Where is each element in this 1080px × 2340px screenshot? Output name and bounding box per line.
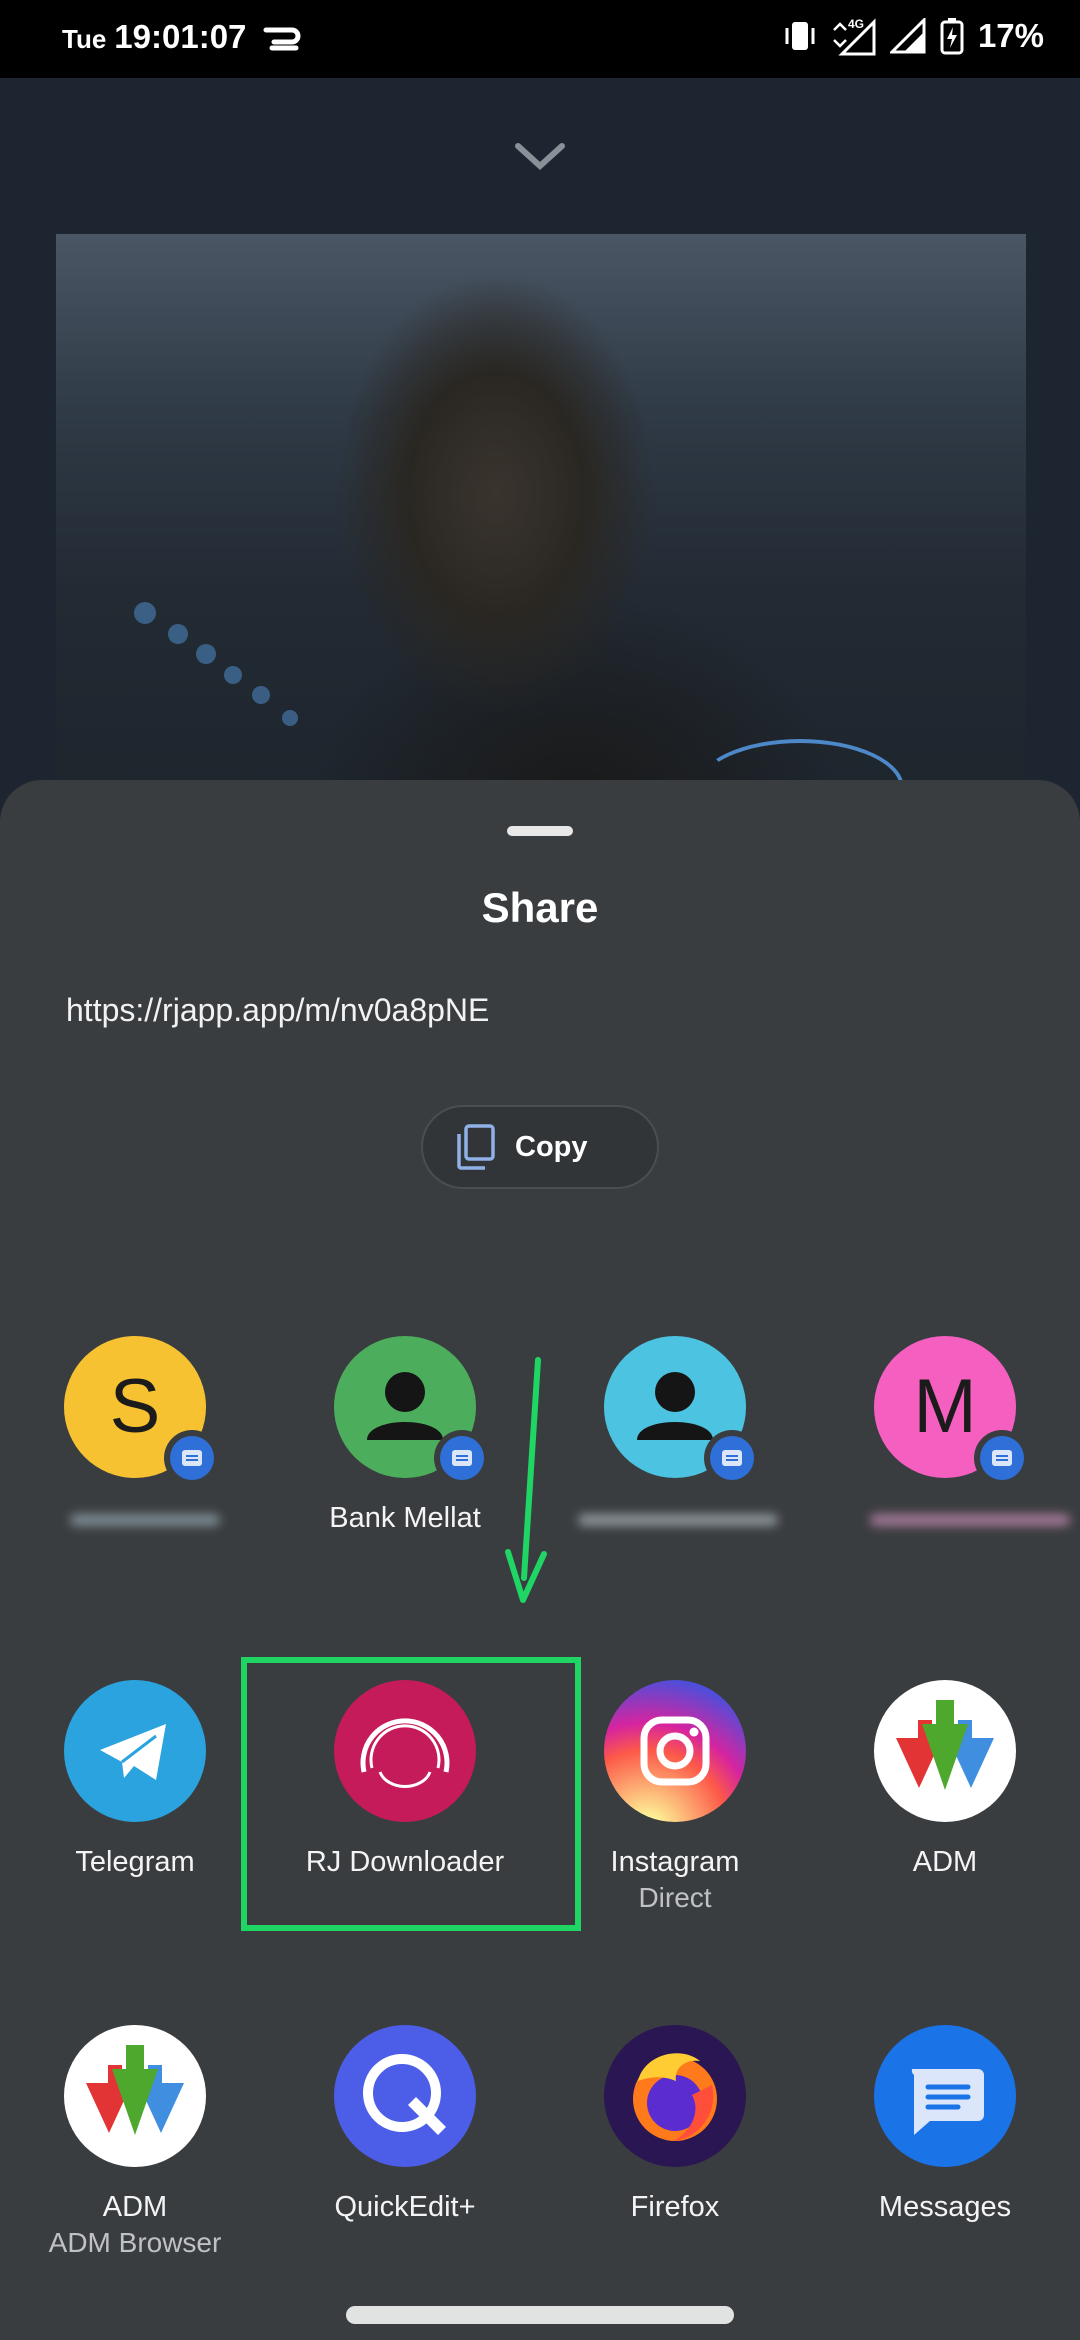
- blurred-contact-name: [70, 1514, 220, 1526]
- firefox-icon: [604, 2025, 746, 2167]
- adm-icon: [874, 1680, 1016, 1822]
- contact-target[interactable]: M: [810, 1336, 1080, 1536]
- app-label: Telegram: [75, 1846, 195, 1878]
- app-sublabel: ADM Browser: [48, 2227, 222, 2258]
- message-badge: [704, 1430, 760, 1486]
- app-label: ADM: [102, 2191, 168, 2223]
- copy-button[interactable]: Copy: [421, 1105, 659, 1189]
- messages-icon: [874, 2025, 1016, 2167]
- app-messages[interactable]: Messages: [810, 2025, 1080, 2265]
- gesture-navigation-bar[interactable]: [346, 2306, 734, 2324]
- status-clock: Tue 19:01:07: [62, 18, 246, 56]
- svg-text:4G: 4G: [848, 17, 864, 31]
- app-label: ADM: [912, 1846, 978, 1878]
- message-badge: [974, 1430, 1030, 1486]
- status-bar: Tue 19:01:07 4G 17%: [0, 0, 1080, 78]
- app-adm-browser[interactable]: ADM ADM Browser: [0, 2025, 270, 2265]
- chevron-down-icon[interactable]: [514, 142, 566, 172]
- message-icon: [722, 1450, 742, 1466]
- copy-label: Copy: [515, 1130, 588, 1163]
- contact-target[interactable]: S: [0, 1336, 270, 1536]
- status-time: 19:01:07: [114, 18, 247, 55]
- message-icon: [452, 1450, 472, 1466]
- signal-4g-icon: 4G: [833, 17, 876, 56]
- arrow-down-icon: [505, 1357, 547, 1603]
- app-firefox[interactable]: Firefox: [540, 2025, 810, 2265]
- vibrate-icon: [785, 22, 815, 50]
- battery-icon: [940, 18, 964, 55]
- app-telegram[interactable]: Telegram: [0, 1680, 270, 1920]
- blurred-contact-name: [870, 1514, 1070, 1526]
- contact-target[interactable]: [540, 1336, 810, 1536]
- copy-icon: [457, 1124, 495, 1170]
- sheet-title: Share: [481, 884, 599, 931]
- app-adm[interactable]: ADM: [810, 1680, 1080, 1920]
- instagram-icon: [604, 1680, 746, 1822]
- share-url: https://rjapp.app/m/nv0a8pNE: [66, 992, 490, 1028]
- app-label: Messages: [878, 2191, 1012, 2223]
- notification-icon: [263, 27, 301, 51]
- telegram-icon: [64, 1680, 206, 1822]
- blurred-contact-name: [578, 1514, 778, 1526]
- highlight-frame: [241, 1657, 581, 1931]
- app-quickedit[interactable]: QuickEdit+: [270, 2025, 540, 2265]
- app-label: QuickEdit+: [334, 2191, 476, 2223]
- message-badge: [164, 1430, 220, 1486]
- status-day: Tue: [62, 24, 107, 54]
- quickedit-icon: [334, 2025, 476, 2167]
- app-label: Firefox: [630, 2191, 720, 2223]
- adm-icon: [64, 2025, 206, 2167]
- battery-percent: 17%: [977, 17, 1044, 54]
- message-icon: [182, 1450, 202, 1466]
- drag-handle[interactable]: [507, 826, 573, 836]
- message-badge: [434, 1430, 490, 1486]
- message-icon: [992, 1450, 1012, 1466]
- signal-icon: [889, 18, 926, 54]
- cover-art-image: [56, 234, 1026, 834]
